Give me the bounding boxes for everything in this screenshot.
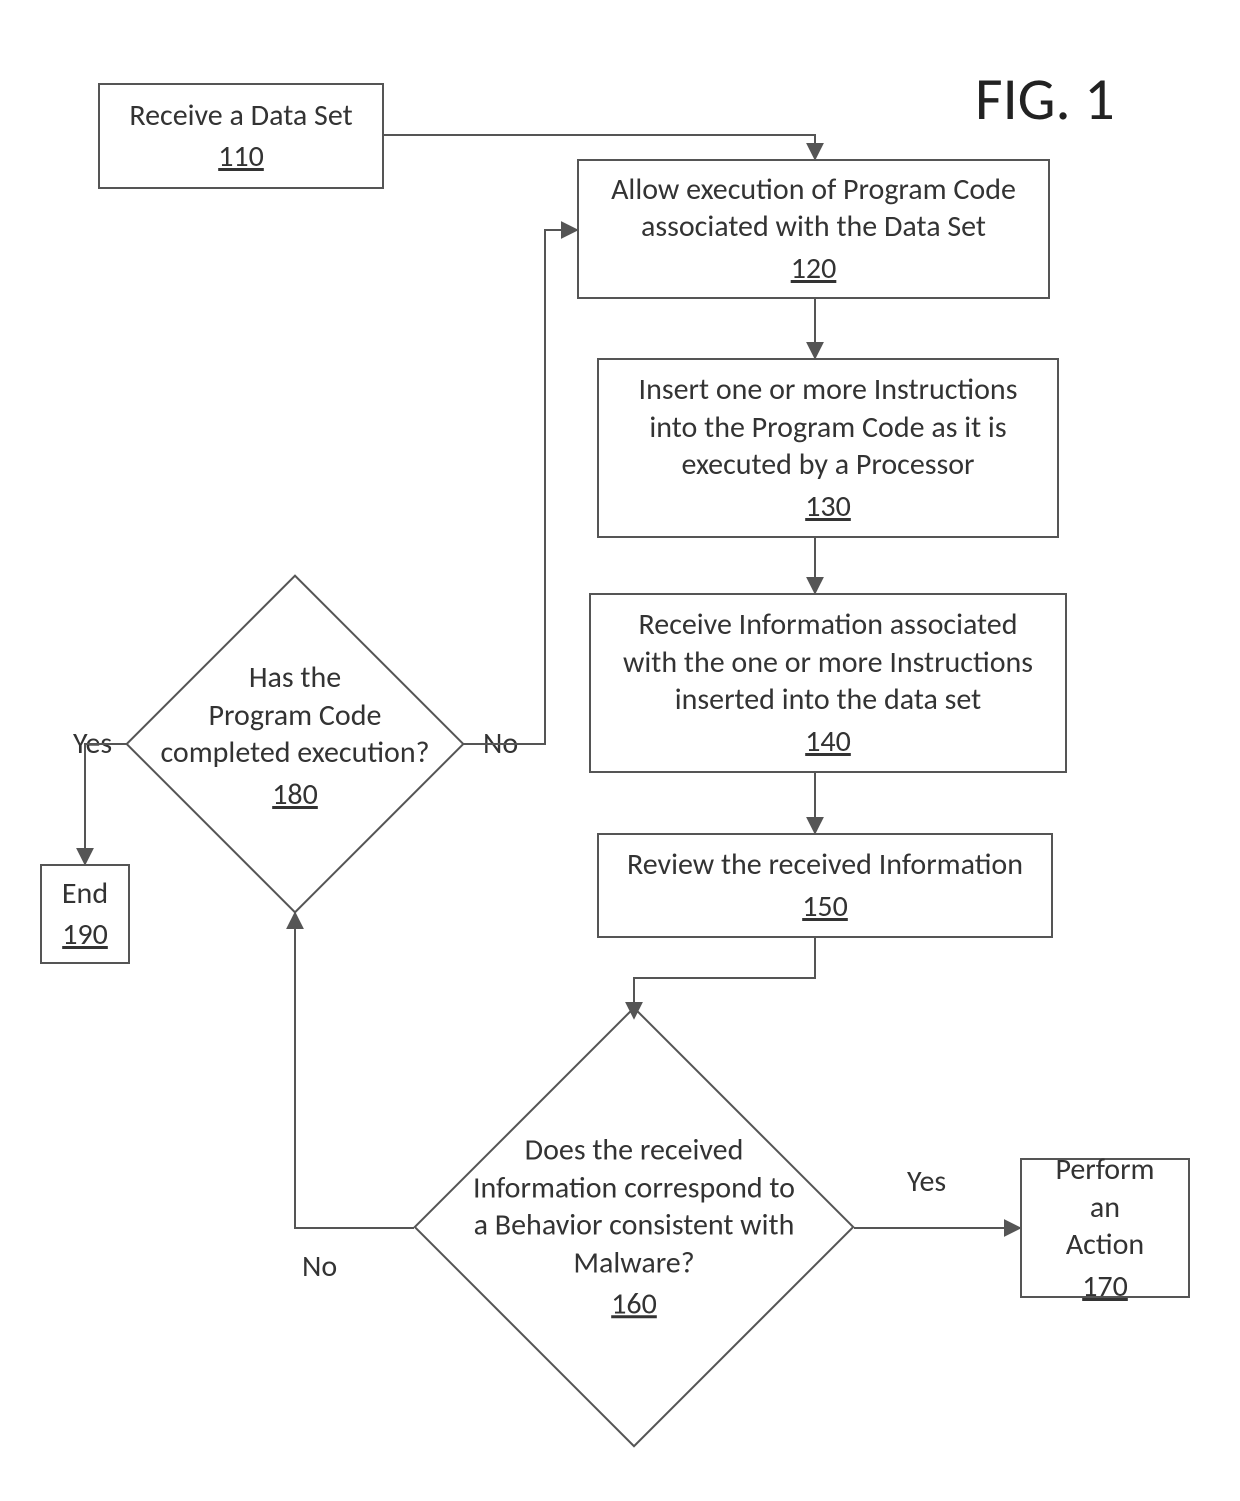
node-110: Receive a Data Set 110 bbox=[98, 83, 384, 189]
node-120-l2: associated with the Data Set bbox=[641, 208, 986, 246]
label-160-yes: Yes bbox=[907, 1163, 946, 1200]
node-130-l3: executed by a Processor bbox=[681, 446, 974, 484]
node-130-ref: 130 bbox=[805, 488, 851, 526]
node-160-ref: 160 bbox=[394, 1285, 874, 1323]
node-190-ref: 190 bbox=[62, 916, 108, 954]
node-140: Receive Information associated with the … bbox=[589, 593, 1067, 773]
node-160-l1: Does the received bbox=[394, 1131, 874, 1169]
flowchart-canvas: FIG. 1 Receive a Data Set 110 Allow exec… bbox=[0, 0, 1240, 1501]
node-180-text: Has the Program Code completed execution… bbox=[95, 659, 495, 813]
node-160-l3: a Behavior consistent with bbox=[394, 1206, 874, 1244]
node-120: Allow execution of Program Code associat… bbox=[577, 159, 1050, 299]
node-180-l3: completed execution? bbox=[95, 734, 495, 772]
node-160-text: Does the received Information correspond… bbox=[394, 1131, 874, 1323]
node-120-ref: 120 bbox=[791, 250, 837, 288]
node-170-l2: Action bbox=[1066, 1226, 1144, 1264]
label-180-yes: Yes bbox=[73, 725, 112, 762]
node-140-l1: Receive Information associated bbox=[639, 606, 1018, 644]
node-180-ref: 180 bbox=[95, 776, 495, 814]
node-190-text: End bbox=[62, 875, 108, 913]
label-180-no: No bbox=[483, 725, 518, 762]
node-130-l1: Insert one or more Instructions bbox=[639, 371, 1018, 409]
node-130: Insert one or more Instructions into the… bbox=[597, 358, 1059, 538]
node-180: Has the Program Code completed execution… bbox=[95, 544, 495, 944]
node-170-ref: 170 bbox=[1082, 1268, 1128, 1306]
label-160-no: No bbox=[302, 1248, 337, 1285]
node-170-l1: Perform an bbox=[1040, 1151, 1170, 1226]
node-110-text: Receive a Data Set bbox=[129, 97, 352, 135]
node-130-l2: into the Program Code as it is bbox=[649, 409, 1006, 447]
node-140-ref: 140 bbox=[805, 723, 851, 761]
node-120-l1: Allow execution of Program Code bbox=[611, 171, 1016, 209]
node-140-l2: with the one or more Instructions bbox=[623, 644, 1033, 682]
node-180-l1: Has the bbox=[95, 659, 495, 697]
node-150-text: Review the received Information bbox=[627, 846, 1023, 884]
node-140-l3: inserted into the data set bbox=[675, 681, 981, 719]
node-190: End 190 bbox=[40, 864, 130, 964]
node-160: Does the received Information correspond… bbox=[394, 1012, 874, 1442]
node-150: Review the received Information 150 bbox=[597, 833, 1053, 938]
node-160-l2: Information correspond to bbox=[394, 1169, 874, 1207]
node-180-l2: Program Code bbox=[95, 697, 495, 735]
node-110-ref: 110 bbox=[218, 138, 264, 176]
node-160-l4: Malware? bbox=[394, 1244, 874, 1282]
node-150-ref: 150 bbox=[802, 888, 848, 926]
figure-title: FIG. 1 bbox=[975, 70, 1115, 130]
node-170: Perform an Action 170 bbox=[1020, 1158, 1190, 1298]
